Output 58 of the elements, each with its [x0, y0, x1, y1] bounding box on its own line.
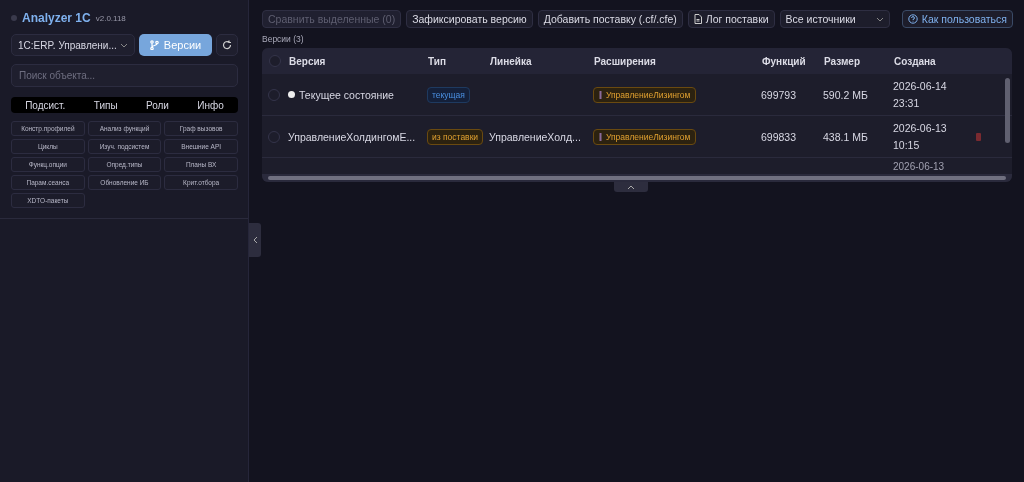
table-row[interactable]: Текущее состояние текущая УправлениеЛизингом 699793 590.2 МБ 2026-06-14 23:31	[262, 74, 1012, 116]
horizontal-scrollbar[interactable]	[262, 174, 1012, 182]
sidebar-tab[interactable]: Подсист.	[21, 97, 70, 113]
sidebar-collapse-handle[interactable]	[249, 223, 261, 257]
table-cell: 699833	[761, 130, 797, 143]
help-icon	[907, 14, 918, 24]
chevron-up-icon	[626, 184, 635, 190]
type-tag: из поставки	[427, 128, 484, 145]
column-header[interactable]: Создана	[894, 55, 936, 67]
column-header[interactable]: Расширения	[594, 55, 656, 67]
document-icon	[693, 14, 702, 24]
help-button[interactable]: Как пользоваться	[901, 10, 1013, 28]
table-cell: УправлениеХолдингомЕ...	[288, 130, 416, 143]
extension-tag: УправлениеЛизингом	[593, 128, 697, 145]
sidebar-tab[interactable]: Инфо	[193, 97, 228, 113]
column-header[interactable]: Версия	[289, 55, 326, 67]
chevron-down-icon	[875, 16, 884, 22]
table-row[interactable]: УправлениеХолдингомЕ... из поставки УправлениеХолд... УправлениеЛизингом 699833 438.1 МБ 2026-06-13 10:15	[262, 116, 1012, 158]
table-cell: 438.1 МБ	[823, 130, 868, 143]
vertical-scrollbar[interactable]	[1005, 78, 1010, 143]
delivery-log-button[interactable]: Лог поставки	[687, 10, 775, 28]
table-cell: УправлениеХолд...	[489, 130, 581, 143]
table-cell-text: 10:15	[893, 137, 921, 153]
column-header[interactable]: Линейка	[490, 55, 532, 67]
column-header[interactable]: Тип	[428, 55, 446, 67]
chevron-down-icon	[120, 42, 128, 48]
column-header[interactable]: Функций	[762, 55, 806, 67]
refresh-button[interactable]	[216, 34, 238, 56]
delete-icon[interactable]	[976, 132, 981, 141]
table-cell: Текущее состояние	[299, 88, 394, 101]
add-delivery-button[interactable]: Добавить поставку (.cf/.cfe)	[537, 10, 683, 28]
type-tag: текущая	[427, 86, 470, 103]
search-field[interactable]: Поиск объекта...	[11, 64, 238, 87]
row-checkbox[interactable]	[268, 130, 280, 143]
sidebar-tab[interactable]: Типы	[89, 97, 122, 113]
source-select[interactable]: Все источники	[779, 10, 890, 28]
extension-tag: УправлениеЛизингом	[593, 86, 697, 103]
table-cell-text: 2026-06-13	[893, 160, 945, 174]
status-dot	[11, 15, 17, 21]
table-cell-text: 2026-06-14	[893, 78, 947, 94]
select-all-checkbox[interactable]	[269, 55, 281, 67]
panel-toggle[interactable]	[613, 182, 648, 192]
table-cell-text: 2026-06-13	[893, 120, 947, 136]
table-cell: 590.2 МБ	[823, 88, 868, 101]
fix-version-button[interactable]: Зафиксировать версию	[406, 10, 533, 28]
app-version: v2.0.118	[95, 13, 126, 23]
column-header[interactable]: Размер	[824, 55, 860, 67]
table-row[interactable]: 2026-06-13	[262, 158, 1012, 174]
row-checkbox[interactable]	[268, 88, 280, 101]
branch-icon	[149, 40, 159, 50]
sidebar-tab[interactable]: Роли	[141, 97, 173, 113]
refresh-icon	[222, 40, 232, 50]
table-cell: 699793	[761, 88, 797, 101]
config-select[interactable]: 1C:ERP. Управлени...	[11, 34, 135, 56]
table-cell-text: 23:31	[893, 95, 921, 111]
app-title: Analyzer 1C	[22, 11, 91, 25]
table-caption: Версии (3)	[262, 34, 305, 44]
chevron-left-icon	[252, 236, 258, 244]
